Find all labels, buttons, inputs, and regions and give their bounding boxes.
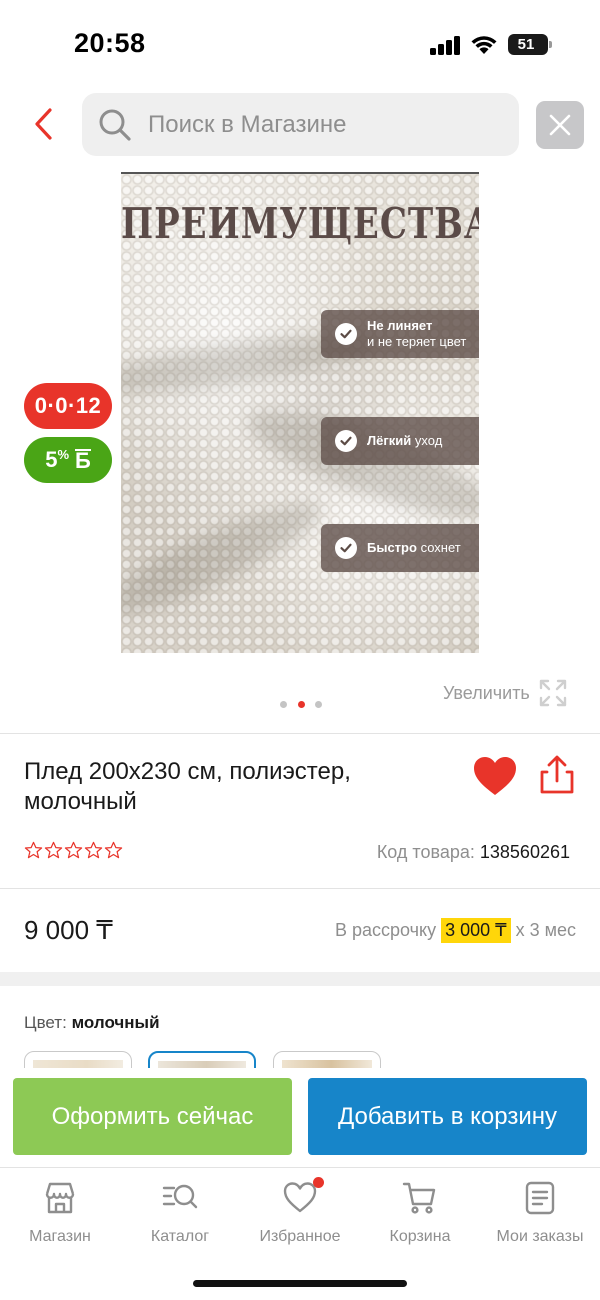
star-outline-icon	[104, 841, 123, 859]
tab-label: Каталог	[150, 1228, 210, 1245]
heart-filled-icon	[474, 757, 516, 795]
bonus-percent: 5	[45, 447, 58, 472]
store-icon	[45, 1182, 75, 1214]
feature-bold-text: Не линяет	[367, 318, 433, 333]
installment-suffix: x 3 мес	[515, 920, 576, 940]
zoom-label: Увеличить	[443, 682, 530, 703]
tab-label: Избранное	[259, 1228, 341, 1245]
cart-icon	[402, 1182, 436, 1214]
star-outline-icon	[24, 841, 43, 859]
color-selection-label: Цвет: молочный	[24, 1013, 160, 1033]
buy-now-button[interactable]: Оформить сейчас	[13, 1078, 292, 1155]
status-bar: 20:58 51	[0, 0, 600, 88]
product-code: Код товара: 138560261	[377, 842, 570, 863]
status-time: 20:58	[74, 28, 146, 58]
tab-store[interactable]: Магазин	[0, 1180, 120, 1246]
wifi-icon	[471, 36, 497, 54]
catalog-search-icon	[162, 1184, 198, 1209]
star-outline-icon	[84, 841, 103, 859]
zoom-button[interactable]: Увеличить	[443, 678, 568, 708]
tab-label: Корзина	[389, 1228, 451, 1245]
orders-icon	[525, 1181, 555, 1215]
divider	[0, 733, 600, 734]
color-label: Цвет:	[24, 1013, 67, 1032]
check-circle-icon	[335, 323, 357, 345]
notification-dot	[313, 1177, 324, 1188]
feature-badge: Лёгкий уход	[321, 417, 479, 465]
product-code-value: 138560261	[479, 842, 570, 862]
favorite-button[interactable]	[472, 755, 518, 797]
tab-cart[interactable]: Корзина	[360, 1180, 480, 1246]
carousel-dots	[280, 701, 322, 709]
search-input[interactable]	[148, 110, 488, 139]
rating-stars[interactable]	[24, 841, 124, 860]
cellular-signal-icon	[430, 35, 462, 55]
share-icon	[540, 755, 574, 794]
check-circle-icon	[335, 430, 357, 452]
battery-icon: 51	[508, 34, 552, 55]
feature-normal-text: и не теряет цвет	[367, 334, 467, 349]
star-outline-icon	[44, 841, 63, 859]
heart-icon	[283, 1182, 317, 1213]
image-title: ПРЕИМУЩЕСТВА	[121, 199, 479, 249]
carousel-dot-active[interactable]	[297, 701, 305, 708]
feature-bold-text: Быстро	[367, 540, 417, 555]
installment-amount: 3 000 ₸	[441, 918, 511, 943]
bonus-percent-sign: %	[57, 446, 69, 462]
check-circle-icon	[335, 537, 357, 559]
divider	[0, 888, 600, 889]
product-title: Плед 200x230 см, полиэстер, молочный	[24, 758, 351, 815]
tab-label: Мои заказы	[496, 1228, 584, 1245]
share-button[interactable]	[538, 754, 576, 796]
close-icon	[549, 114, 571, 136]
feature-badge: Не линяет и не теряет цвет	[321, 310, 479, 358]
tab-label: Магазин	[29, 1228, 91, 1245]
product-image[interactable]: ПРЕИМУЩЕСТВА Не линяет и не теряет цвет …	[121, 172, 479, 653]
product-code-label: Код товара:	[376, 842, 475, 862]
section-separator	[0, 972, 600, 986]
bonus-badge: 5% Б	[24, 437, 112, 483]
add-to-cart-button[interactable]: Добавить в корзину	[308, 1078, 587, 1155]
home-indicator	[193, 1280, 407, 1287]
feature-bold-text: Лёгкий	[367, 433, 412, 448]
search-box[interactable]	[82, 93, 519, 156]
feature-normal-text: уход	[414, 433, 443, 448]
installment-info[interactable]: В рассрочку 3 000 ₸ x 3 мес	[335, 918, 576, 943]
back-button[interactable]	[22, 100, 66, 148]
product-price: 9 000 ₸	[24, 915, 113, 945]
star-outline-icon	[64, 841, 83, 859]
installment-prefix: В рассрочку	[334, 920, 437, 940]
bonus-letter: Б	[75, 448, 91, 473]
expand-icon	[539, 679, 567, 707]
tab-catalog[interactable]: Каталог	[120, 1180, 240, 1246]
tab-my-orders[interactable]: Мои заказы	[480, 1180, 600, 1246]
feature-normal-text: сохнет	[420, 540, 461, 555]
chevron-left-icon	[35, 108, 52, 140]
feature-badge: Быстро сохнет	[321, 524, 479, 572]
close-button[interactable]	[536, 101, 584, 149]
installment-badge: 0·0·12	[24, 383, 112, 429]
search-icon	[99, 109, 131, 141]
color-value: молочный	[71, 1013, 160, 1032]
carousel-dot[interactable]	[315, 701, 322, 708]
tab-favorites[interactable]: Избранное	[240, 1177, 360, 1246]
battery-level: 51	[517, 36, 535, 53]
carousel-dot[interactable]	[280, 701, 287, 708]
